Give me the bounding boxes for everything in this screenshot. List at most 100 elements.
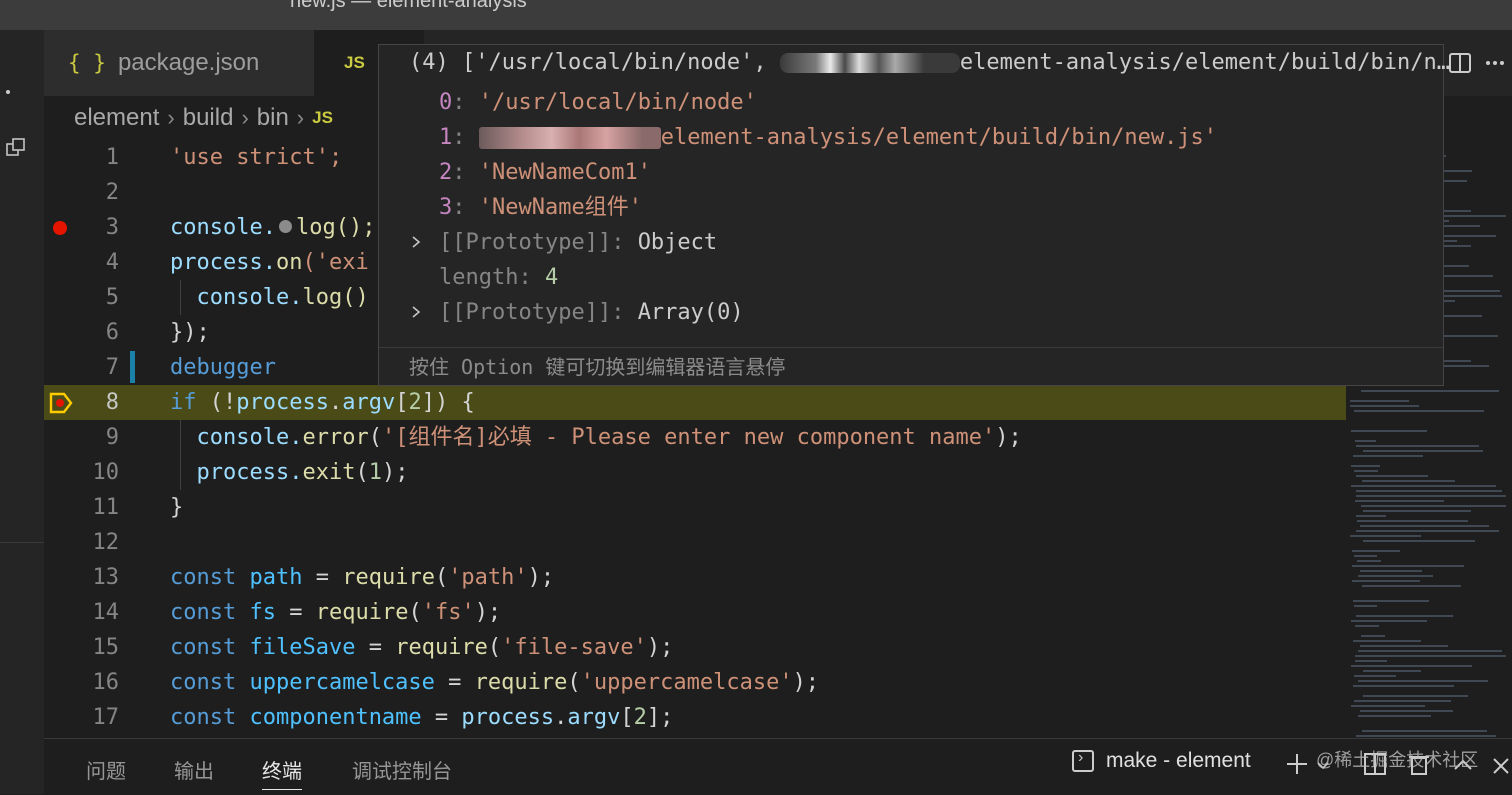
minimap-line <box>1354 410 1484 412</box>
minimap-line <box>1351 485 1496 487</box>
item-key: length <box>439 265 519 290</box>
minimap-line <box>1358 680 1488 682</box>
hover-hint: 按住 Option 键可切换到编辑器语言悬停 <box>379 347 1443 385</box>
chevron-right-icon[interactable] <box>409 305 423 319</box>
modified-line-indicator <box>130 351 135 383</box>
code-token: componentname <box>249 705 422 730</box>
array-item[interactable]: 3: 'NewName组件' <box>439 190 642 225</box>
item-value: '/usr/local/bin/node' <box>478 90 757 115</box>
breadcrumb-item[interactable]: element <box>74 104 159 132</box>
code-token: ( <box>408 600 422 625</box>
minimap-line <box>1351 705 1425 707</box>
prototype-item[interactable]: [[Prototype]]: Object <box>439 225 717 260</box>
minimap-line <box>1358 715 1431 717</box>
item-value: element-analysis/element/build/bin/new.j… <box>660 125 1218 150</box>
code-token: on <box>275 250 303 275</box>
minimap-line <box>1360 645 1448 647</box>
breadcrumb-item[interactable]: build <box>183 104 234 132</box>
code-line[interactable]: 10 process.exit(1); <box>44 455 1346 490</box>
minimap-line <box>1356 735 1496 737</box>
code-token: process <box>236 390 329 415</box>
terminal-selector[interactable]: › make - element <box>1072 749 1251 773</box>
minimap-line <box>1358 650 1502 652</box>
minimap-line <box>1354 675 1396 677</box>
hover-header-text: (4) ['/usr/local/bin/node', <box>409 50 780 75</box>
code-token: const <box>170 565 237 590</box>
code-line[interactable]: 13 const path = require('path'); <box>44 560 1346 595</box>
item-value: Object <box>637 230 718 255</box>
minimap-line <box>1354 470 1378 472</box>
code-line[interactable]: 17 const componentname = process.argv[2]… <box>44 700 1346 735</box>
terminal-icon: › <box>1072 749 1094 772</box>
more-icon[interactable] <box>6 90 10 94</box>
tab-debug-console[interactable]: 调试控制台 <box>352 755 452 784</box>
close-icon[interactable] <box>1490 755 1512 777</box>
code-token: ]) { <box>421 390 475 415</box>
code-token: = <box>355 635 396 660</box>
current-execution-line[interactable]: 8 if (!process.argv[2]) { <box>44 385 1346 420</box>
minimap-line <box>1355 655 1506 657</box>
copy-icon[interactable] <box>6 138 26 158</box>
code-line[interactable]: 11 } <box>44 490 1346 525</box>
split-editor-icon[interactable] <box>1448 51 1472 75</box>
inline-breakpoint-icon[interactable] <box>278 220 292 233</box>
code-token: '[组件名]必填 - Please enter new component na… <box>381 425 996 450</box>
code-line[interactable]: 9 console.error('[组件名]必填 - Please enter … <box>44 420 1346 455</box>
js-icon[interactable]: JS <box>312 108 333 128</box>
tab-terminal[interactable]: 终端 <box>262 755 302 790</box>
hover-header[interactable]: (4) ['/usr/local/bin/node', element-anal… <box>379 45 1450 83</box>
tab-package-json[interactable]: { } package.json <box>44 30 314 96</box>
prototype-item[interactable]: [[Prototype]]: Array(0) <box>439 295 744 330</box>
minimap-line <box>1363 695 1468 697</box>
chevron-right-icon: › <box>296 105 305 130</box>
array-item[interactable]: 2: 'NewNameCom1' <box>439 155 651 190</box>
code-line[interactable]: 16 const uppercamelcase = require('upper… <box>44 665 1346 700</box>
code-token: (! <box>196 390 237 415</box>
code-token: 'file-save' <box>501 635 647 660</box>
item-key: 3 <box>439 195 453 220</box>
debug-hover-widget[interactable]: (4) ['/usr/local/bin/node', element-anal… <box>378 44 1450 386</box>
line-number: 17 <box>92 705 120 730</box>
code-line[interactable]: 14 const fs = require('fs'); <box>44 595 1346 630</box>
more-actions-icon[interactable] <box>1483 51 1507 75</box>
new-terminal-icon[interactable] <box>1284 751 1310 777</box>
code-token: require <box>342 565 435 590</box>
code-token: ); <box>792 670 820 695</box>
line-number: 12 <box>92 530 120 555</box>
minimap-line <box>1350 405 1419 407</box>
item-key: [[Prototype]] <box>439 300 612 325</box>
array-item[interactable]: 0: '/usr/local/bin/node' <box>439 85 757 120</box>
tab-output[interactable]: 输出 <box>174 755 214 784</box>
minimap-line <box>1362 730 1487 732</box>
array-item[interactable]: 1: element-analysis/element/build/bin/ne… <box>439 120 1217 155</box>
minimap-line <box>1356 475 1428 477</box>
code-token: require <box>315 600 409 625</box>
code-token: console. <box>170 215 276 240</box>
code-token: error <box>302 425 369 450</box>
code-line[interactable]: 12 <box>44 525 1346 560</box>
code-token: ( <box>355 460 369 485</box>
code-token: log(); <box>295 215 376 240</box>
code-token: = <box>434 670 475 695</box>
line-number: 6 <box>105 320 119 345</box>
code-token: = <box>275 600 316 625</box>
code-token: if <box>170 390 197 415</box>
minimap-line <box>1352 580 1420 582</box>
line-number: 14 <box>92 600 120 625</box>
code-token: exit <box>302 460 356 485</box>
activity-bar <box>0 30 44 794</box>
code-token: argv <box>567 705 621 730</box>
minimap-line <box>1363 510 1471 512</box>
editor-actions <box>1442 30 1512 96</box>
code-token: ( <box>487 635 502 660</box>
breadcrumb-item[interactable]: bin <box>257 104 289 132</box>
code-token: 'fs' <box>421 600 475 625</box>
minimap-line <box>1354 605 1377 607</box>
code-token: ); <box>527 565 555 590</box>
code-token: console. <box>196 425 303 450</box>
code-token: . <box>328 390 343 415</box>
code-line[interactable]: 15 const fileSave = require('file-save')… <box>44 630 1346 665</box>
chevron-right-icon[interactable] <box>409 235 423 249</box>
tab-problems[interactable]: 问题 <box>86 755 126 784</box>
code-token: ); <box>995 425 1022 450</box>
